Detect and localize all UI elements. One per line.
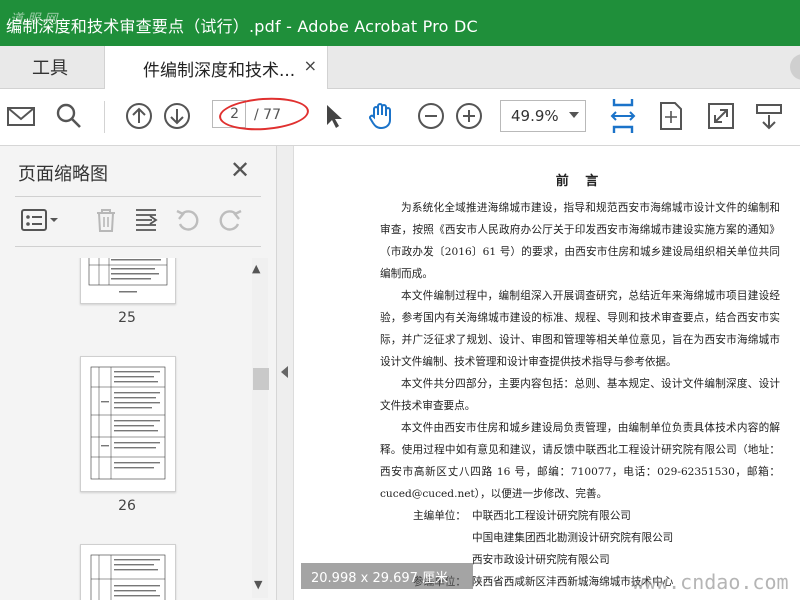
zoom-in-icon[interactable] [454, 101, 484, 131]
email-icon[interactable] [6, 101, 36, 131]
read-mode-icon[interactable] [754, 101, 784, 131]
thumbnail-page-number: 25 [118, 310, 136, 326]
scrollbar-thumb[interactable] [253, 368, 269, 390]
thumbnail-scrollbar[interactable] [252, 258, 268, 598]
hand-tool-icon[interactable] [366, 101, 396, 131]
full-screen-icon[interactable] [706, 101, 736, 131]
search-icon[interactable] [54, 101, 84, 131]
rotate-right-icon[interactable] [216, 206, 244, 234]
thumbnail-page-image [88, 258, 168, 293]
scroll-up-icon[interactable]: ▲ [252, 262, 260, 275]
document-page: 前 言 为系统化全域推进海绵城市建设，指导和规范西安市海绵城市设计文件的编制和审… [380, 170, 780, 593]
org-row: 中国电建集团西北勘测设计研究院有限公司 [380, 527, 780, 549]
thumbnail-panel: 页面缩略图 ✕ 25 26 [0, 146, 277, 600]
org-row: 主编单位： 中联西北工程设计研究院有限公司 [380, 505, 780, 527]
toolbar-separator [104, 101, 105, 133]
thumbnail-page-image [90, 554, 166, 600]
page-size-indicator: 20.998 x 29.697 厘米 [301, 563, 473, 589]
next-page-icon[interactable] [162, 101, 192, 131]
tab-document-label: 件编制深度和技术... [143, 61, 296, 81]
site-watermark: www.cndao.com [632, 570, 789, 594]
panel-title: 页面缩略图 [18, 164, 108, 185]
rotate-left-icon[interactable] [174, 206, 202, 234]
tab-tools[interactable]: 工具 [0, 46, 100, 88]
title-bar: 道 服 网 编制深度和技术审查要点（试行）.pdf - Adobe Acroba… [0, 0, 800, 46]
previous-page-icon[interactable] [124, 101, 154, 131]
page-thumbnail[interactable] [80, 544, 176, 600]
toolbar [0, 89, 800, 146]
thumbnail-page-number: 26 [118, 498, 136, 514]
document-heading: 前 言 [555, 174, 605, 189]
insert-page-icon[interactable] [132, 206, 160, 234]
options-menu-icon[interactable] [20, 206, 60, 234]
document-view[interactable]: 前 言 为系统化全域推进海绵城市建设，指导和规范西安市海绵城市设计文件的编制和审… [294, 146, 800, 600]
chevron-down-icon [569, 112, 579, 118]
tab-close-button[interactable]: × [304, 56, 317, 75]
fit-page-icon[interactable] [656, 101, 686, 131]
zoom-out-icon[interactable] [416, 101, 446, 131]
account-avatar[interactable] [790, 54, 800, 80]
document-paragraph: 本文件由西安市住房和城乡建设局负责管理，由编制单位负责具体技术内容的解释。使用过… [380, 422, 780, 500]
zoom-level-value: 49.9% [511, 107, 559, 125]
document-paragraph: 为系统化全域推进海绵城市建设，指导和规范西安市海绵城市设计文件的编制和审查，按照… [380, 202, 780, 280]
thumbnail-page-image [90, 366, 166, 480]
tab-document[interactable]: 件编制深度和技术... × [104, 46, 328, 89]
thumbnail-list: 25 26 [0, 258, 250, 600]
panel-divider [15, 246, 261, 247]
select-cursor-icon[interactable] [318, 101, 348, 131]
panel-close-button[interactable]: ✕ [230, 156, 250, 184]
panel-divider [15, 196, 261, 197]
page-thumbnail[interactable] [80, 356, 176, 492]
org-value: 西安市政设计研究院有限公司 [472, 554, 610, 566]
fit-width-icon[interactable] [608, 97, 638, 135]
org-label: 主编单位： [413, 510, 466, 522]
collapse-panel-icon[interactable] [281, 366, 288, 378]
document-paragraph: 本文件编制过程中，编制组深入开展调查研究，总结近年来海绵城市项目建设经验，参考国… [380, 290, 780, 368]
org-value: 中联西北工程设计研究院有限公司 [472, 510, 631, 522]
org-label [380, 527, 472, 549]
tab-strip: 工具 件编制深度和技术... × [0, 46, 800, 89]
window-title: 编制深度和技术审查要点（试行）.pdf - Adobe Acrobat Pro … [6, 17, 478, 36]
page-thumbnail[interactable] [80, 258, 176, 304]
delete-icon[interactable] [92, 206, 120, 234]
zoom-level-select[interactable]: 49.9% [500, 100, 586, 132]
org-value: 中国电建集团西北勘测设计研究院有限公司 [472, 532, 674, 544]
document-paragraph: 本文件共分四部分，主要内容包括：总则、基本规定、设计文件编制深度、设计文件技术审… [380, 378, 780, 412]
scroll-down-icon[interactable]: ▼ [254, 578, 262, 591]
